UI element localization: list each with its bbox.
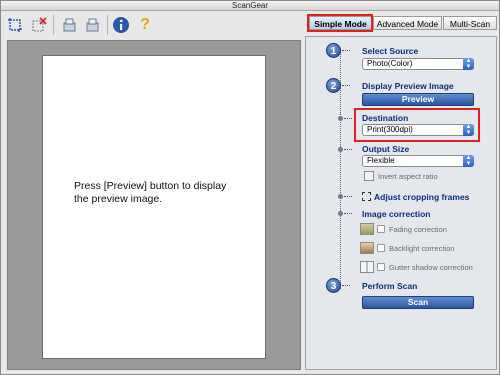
mode-tabs: Simple Mode Advanced Mode Multi-Scan bbox=[307, 14, 497, 32]
step-dot bbox=[338, 194, 343, 199]
tab-multi-scan[interactable]: Multi-Scan bbox=[443, 16, 497, 30]
help-icon[interactable]: ? bbox=[135, 15, 155, 35]
preview-paper: Press [Preview] button to display the pr… bbox=[42, 55, 266, 359]
settings-panel: 1 Select Source Photo(Color) ▲ ▼ 2 Displa… bbox=[305, 36, 497, 370]
preview-area[interactable]: Press [Preview] button to display the pr… bbox=[7, 40, 301, 370]
image-correction-label: Image correction bbox=[362, 209, 431, 219]
adjust-cropping-frames-label[interactable]: Adjust cropping frames bbox=[374, 192, 469, 202]
invert-aspect-ratio-label: Invert aspect ratio bbox=[378, 172, 438, 181]
output-size-value: Flexible bbox=[367, 156, 395, 165]
connector bbox=[344, 149, 352, 150]
select-source-label: Select Source bbox=[362, 46, 419, 56]
perform-scan-label: Perform Scan bbox=[362, 281, 418, 291]
toolbar-separator bbox=[53, 15, 54, 35]
invert-aspect-ratio-icon[interactable] bbox=[364, 171, 374, 181]
select-source-dropdown[interactable]: Photo(Color) ▲ ▼ bbox=[362, 58, 474, 70]
connector bbox=[344, 213, 352, 214]
step-dot bbox=[338, 147, 343, 152]
connector bbox=[344, 196, 352, 197]
preview-message-line1: Press [Preview] button to display bbox=[74, 180, 227, 192]
simple-mode-highlight-box bbox=[307, 14, 373, 32]
connector bbox=[342, 285, 350, 286]
rotate-right-icon[interactable] bbox=[83, 15, 103, 35]
dropdown-arrows-icon: ▲ ▼ bbox=[463, 58, 474, 70]
preview-message: Press [Preview] button to display the pr… bbox=[74, 180, 264, 206]
step-3-icon: 3 bbox=[326, 278, 341, 293]
backlight-correction-checkbox[interactable] bbox=[377, 244, 385, 252]
step-2-icon: 2 bbox=[326, 78, 341, 93]
tab-advanced-mode[interactable]: Advanced Mode bbox=[373, 16, 442, 30]
crop-icon[interactable] bbox=[5, 15, 25, 35]
step-dot bbox=[338, 211, 343, 216]
crop-frame-icon bbox=[362, 192, 371, 201]
backlight-correction-icon bbox=[360, 242, 374, 254]
connector bbox=[342, 85, 350, 86]
connector bbox=[342, 50, 350, 51]
select-source-value: Photo(Color) bbox=[367, 59, 413, 68]
preview-button[interactable]: Preview bbox=[362, 93, 474, 106]
fading-correction-checkbox[interactable] bbox=[377, 225, 385, 233]
step-dot bbox=[338, 116, 343, 121]
destination-highlight-box bbox=[354, 108, 480, 142]
gutter-shadow-correction-label: Gutter shadow correction bbox=[389, 263, 473, 272]
window-title: ScanGear bbox=[1, 1, 499, 11]
step-1-icon: 1 bbox=[326, 43, 341, 58]
toolbar: ? bbox=[3, 13, 303, 37]
fading-correction-label: Fading correction bbox=[389, 225, 447, 234]
toolbar-separator bbox=[107, 15, 108, 35]
display-preview-label: Display Preview Image bbox=[362, 81, 454, 91]
output-size-dropdown[interactable]: Flexible ▲ ▼ bbox=[362, 155, 474, 167]
rotate-left-icon[interactable] bbox=[59, 15, 79, 35]
fading-correction-icon bbox=[360, 223, 374, 235]
info-icon[interactable] bbox=[111, 15, 131, 35]
output-size-label: Output Size bbox=[362, 144, 410, 154]
dropdown-arrows-icon: ▲ ▼ bbox=[463, 155, 474, 167]
scangear-window: ScanGear ? Simple Mode Advanced Mode Mul… bbox=[0, 0, 500, 375]
preview-message-line2: the preview image. bbox=[74, 193, 163, 205]
gutter-shadow-correction-checkbox[interactable] bbox=[377, 263, 385, 271]
backlight-correction-label: Backlight correction bbox=[389, 244, 455, 253]
gutter-shadow-correction-icon bbox=[360, 261, 374, 273]
connector bbox=[344, 118, 352, 119]
scan-button[interactable]: Scan bbox=[362, 296, 474, 309]
remove-crop-icon[interactable] bbox=[29, 15, 49, 35]
